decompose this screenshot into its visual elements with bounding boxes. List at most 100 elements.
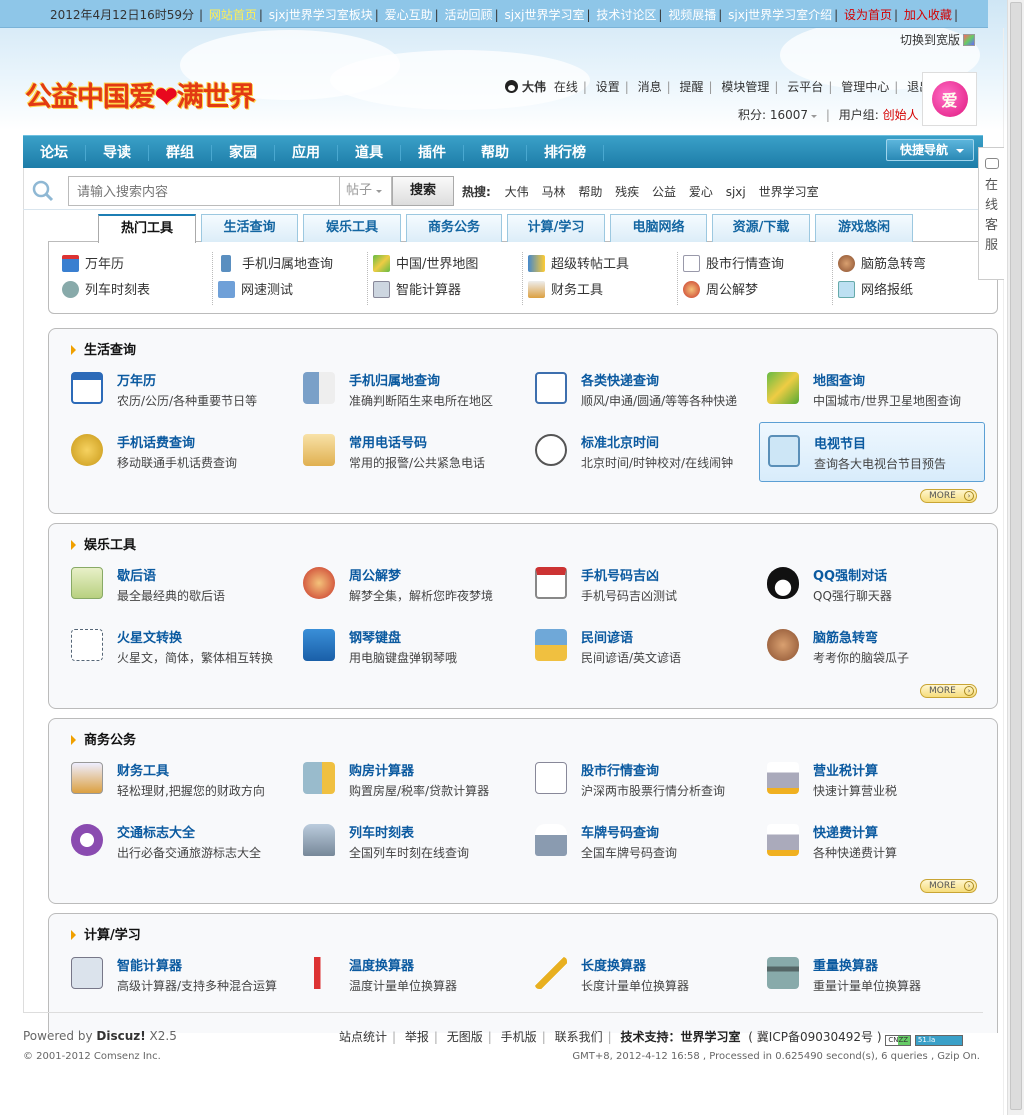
tool-item[interactable]: 歇后语 最全最经典的歇后语 (71, 559, 296, 617)
tool-item[interactable]: 手机归属地查询 准确判断陌生来电所在地区 (303, 364, 528, 422)
tool-item[interactable]: 温度换算器 温度计量单位换算器 (303, 949, 528, 1007)
tool-item[interactable]: 常用电话号码 常用的报警/公共紧急电话 (303, 426, 528, 484)
search-button[interactable]: 搜索 (392, 176, 454, 206)
tool-item[interactable]: 快递费计算 各种快递费计算 (767, 816, 992, 874)
search-type-select[interactable]: 帖子 (340, 176, 392, 206)
tool-link[interactable]: 股市行情查询 (683, 252, 827, 278)
tool-link[interactable]: 万年历 (62, 252, 212, 278)
tech-support[interactable]: 技术支持：世界学习室 (620, 1030, 740, 1044)
hot-search-item[interactable]: 残疾 (615, 185, 639, 199)
tool-item[interactable]: 长度换算器 长度计量单位换算器 (535, 949, 760, 1007)
online-status[interactable]: 在线 (554, 80, 578, 94)
hot-search-item[interactable]: 帮助 (578, 185, 602, 199)
vertical-scrollbar[interactable] (1007, 0, 1024, 1115)
tab-entertainment[interactable]: 娱乐工具 (303, 214, 401, 242)
nav-forum[interactable]: 论坛 (23, 144, 86, 161)
site-logo[interactable]: 公益中国爱❤满世界 (25, 75, 256, 114)
tool-item[interactable]: 重量换算器 重量计量单位换算器 (767, 949, 992, 1007)
footer-link-contact[interactable]: 联系我们 (555, 1030, 603, 1044)
search-input[interactable] (69, 177, 329, 205)
username[interactable]: 大伟 (522, 80, 546, 94)
nav-home[interactable]: 家园 (212, 144, 275, 161)
footer-link-report[interactable]: 举报 (405, 1030, 429, 1044)
tool-item[interactable]: 标准北京时间 北京时间/时钟校对/在线闹钟 (535, 426, 760, 484)
tool-item[interactable]: 火星文转换 火星文，简体，繁体相互转换 (71, 621, 296, 679)
icp-number[interactable]: ( 冀ICP备09030492号 ) (748, 1030, 881, 1044)
tool-item[interactable]: 车牌号码查询 全国车牌号码查询 (535, 816, 760, 874)
link-video[interactable]: 视频展播 (668, 8, 716, 22)
scrollbar-thumb[interactable] (1010, 2, 1022, 1110)
hot-search-item[interactable]: 马林 (541, 185, 565, 199)
tool-link[interactable]: 超级转帖工具 (528, 252, 672, 278)
link-board[interactable]: sjxj世界学习室板块 (269, 8, 373, 22)
menu-cloud[interactable]: 云平台 (787, 80, 823, 94)
tool-link[interactable]: 网速测试 (218, 278, 362, 304)
link-set-homepage[interactable]: 设为首页 (844, 8, 892, 22)
menu-messages[interactable]: 消息 (638, 80, 662, 94)
tool-link[interactable]: 周公解梦 (683, 278, 827, 304)
nav-plugins[interactable]: 插件 (401, 144, 464, 161)
tool-item[interactable]: 交通标志大全 出行必备交通旅游标志大全 (71, 816, 296, 874)
nav-props[interactable]: 道具 (338, 144, 401, 161)
menu-notices[interactable]: 提醒 (680, 80, 704, 94)
link-review[interactable]: 活动回顾 (445, 8, 493, 22)
tool-link[interactable]: 列车时刻表 (62, 278, 212, 304)
tool-item[interactable]: 智能计算器 高级计算器/支持多种混合运算 (71, 949, 296, 1007)
tool-item[interactable]: 民间谚语 民间谚语/英文谚语 (535, 621, 760, 679)
tab-games[interactable]: 游戏悠闲 (815, 214, 913, 242)
tab-business[interactable]: 商务公务 (406, 214, 502, 242)
tool-item[interactable]: 购房计算器 购置房屋/税率/贷款计算器 (303, 754, 528, 812)
nav-help[interactable]: 帮助 (464, 144, 527, 161)
avatar[interactable]: 爱 (922, 72, 977, 126)
link-add-favorite[interactable]: 加入收藏 (904, 8, 952, 22)
link-intro[interactable]: sjxj世界学习室介绍 (728, 8, 832, 22)
tool-item[interactable]: 钢琴键盘 用电脑键盘弹钢琴哦 (303, 621, 528, 679)
tool-item[interactable]: 脑筋急转弯 考考你的脑袋瓜子 (767, 621, 992, 679)
tool-link[interactable]: 脑筋急转弯 (838, 252, 982, 278)
hot-search-item[interactable]: 爱心 (689, 185, 713, 199)
tool-item[interactable]: 营业税计算 快速计算营业税 (767, 754, 992, 812)
tool-item[interactable]: 周公解梦 解梦全集，解析您昨夜梦境 (303, 559, 528, 617)
footer-link-stats[interactable]: 站点统计 (339, 1030, 387, 1044)
tool-item[interactable]: 手机号码吉凶 手机号码吉凶测试 (535, 559, 760, 617)
tab-calc[interactable]: 计算/学习 (507, 214, 605, 242)
tool-link[interactable]: 财务工具 (528, 278, 672, 304)
tab-download[interactable]: 资源/下载 (712, 214, 810, 242)
menu-module-admin[interactable]: 模块管理 (721, 80, 769, 94)
more-button[interactable]: MORE › (920, 684, 977, 698)
hot-search-item[interactable]: 世界学习室 (759, 185, 819, 199)
tool-item[interactable]: 股市行情查询 沪深两市股票行情分析查询 (535, 754, 760, 812)
tab-life[interactable]: 生活查询 (201, 214, 298, 242)
discuz-link[interactable]: Discuz! (96, 1029, 145, 1043)
link-tech[interactable]: 技术讨论区 (596, 8, 656, 22)
tool-link[interactable]: 智能计算器 (373, 278, 517, 304)
link-help[interactable]: 爱心互助 (385, 8, 433, 22)
wide-toggle[interactable]: 切换到宽版 (900, 31, 976, 48)
quick-nav-button[interactable]: 快捷导航 (886, 139, 974, 161)
user-group[interactable]: 创始人 (883, 108, 919, 122)
tool-item[interactable]: 各类快递查询 顺风/申通/圆通/等等各种快递 (535, 364, 760, 422)
cnzz-badge[interactable]: CNZZ (885, 1035, 912, 1046)
link-home[interactable]: 网站首页 (209, 8, 257, 22)
points[interactable]: 积分: 16007 (738, 108, 808, 122)
nav-apps[interactable]: 应用 (275, 144, 338, 161)
hot-search-item[interactable]: 公益 (652, 185, 676, 199)
menu-admin-center[interactable]: 管理中心 (841, 80, 889, 94)
link-study-room[interactable]: sjxj世界学习室 (504, 8, 584, 22)
tool-link[interactable]: 网络报纸 (838, 278, 982, 304)
more-button[interactable]: MORE › (920, 879, 977, 893)
51la-badge[interactable]: 51.la (914, 1035, 963, 1046)
tool-item[interactable]: 手机话费查询 移动联通手机话费查询 (71, 426, 296, 484)
tool-item[interactable]: 财务工具 轻松理财,把握您的财政方向 (71, 754, 296, 812)
nav-guide[interactable]: 导读 (86, 144, 149, 161)
hot-search-item[interactable]: sjxj (726, 185, 746, 199)
footer-link-mobile[interactable]: 手机版 (501, 1030, 537, 1044)
menu-settings[interactable]: 设置 (596, 80, 620, 94)
hot-search-item[interactable]: 大伟 (505, 185, 529, 199)
tab-computer[interactable]: 电脑网络 (610, 214, 707, 242)
tool-item[interactable]: 列车时刻表 全国列车时刻在线查询 (303, 816, 528, 874)
tool-item-selected[interactable]: 电视节目 查询各大电视台节目预告 (759, 422, 985, 482)
more-button[interactable]: MORE › (920, 489, 977, 503)
footer-link-noimage[interactable]: 无图版 (447, 1030, 483, 1044)
tab-hot-tools[interactable]: 热门工具 (98, 214, 196, 243)
